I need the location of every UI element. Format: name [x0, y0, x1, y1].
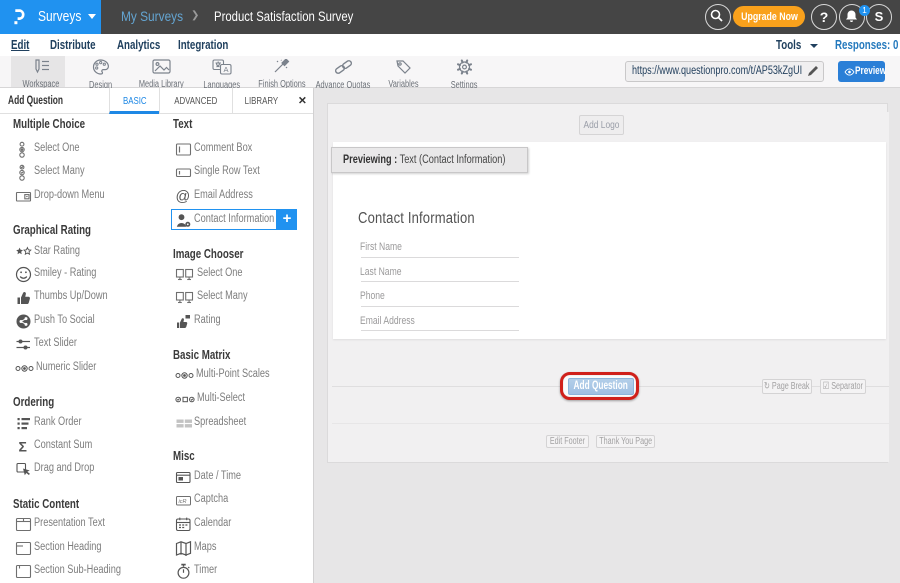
svg-text:Σ: Σ — [19, 438, 27, 454]
svg-text:A: A — [224, 65, 229, 74]
svg-text:@: @ — [176, 189, 191, 205]
svg-text:icR: icR — [179, 499, 187, 505]
